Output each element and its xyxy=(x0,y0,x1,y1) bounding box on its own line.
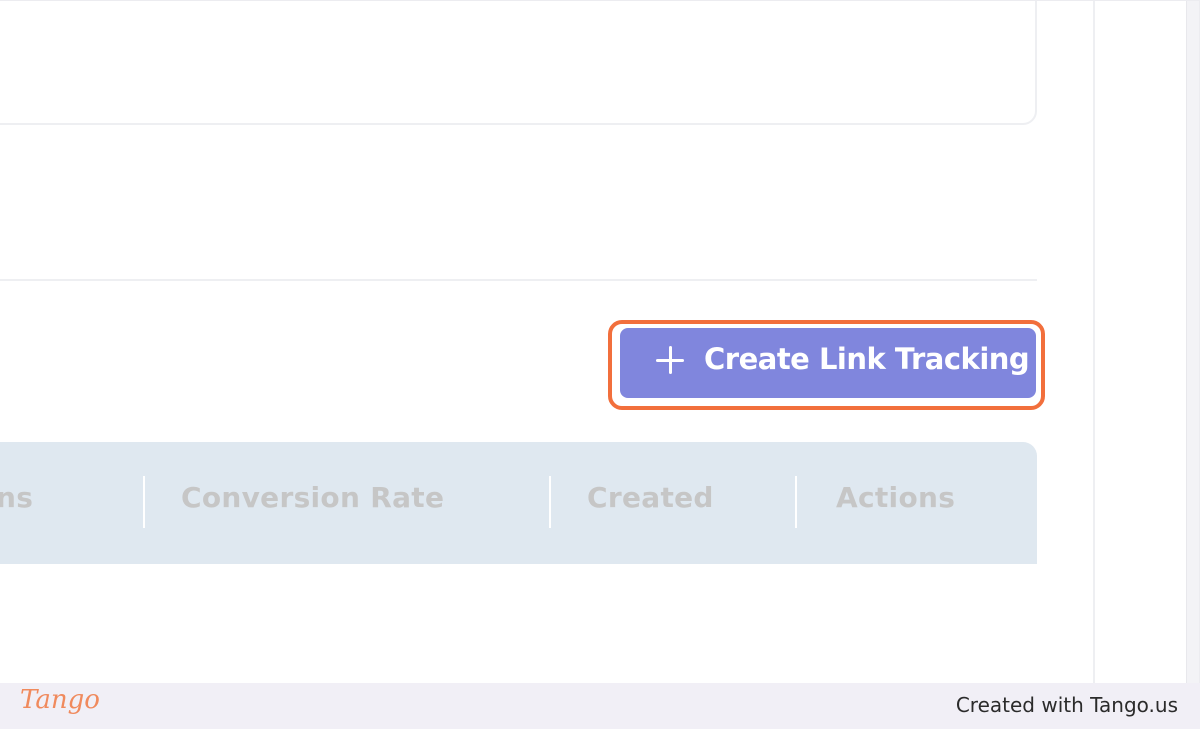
column-header-conversion-rate[interactable]: Conversion Rate xyxy=(181,481,444,514)
column-header-created[interactable]: Created xyxy=(587,481,714,514)
column-header-truncated[interactable]: ns xyxy=(0,481,33,514)
tango-credit: Created with Tango.us xyxy=(955,693,1178,717)
top-card xyxy=(0,1,1037,125)
tango-logo: Tango xyxy=(20,685,100,715)
column-separator xyxy=(143,476,145,528)
app-viewport: Create Link Tracking ns Conversion Rate … xyxy=(0,0,1200,683)
scrollbar-track[interactable] xyxy=(1186,1,1199,683)
section-divider xyxy=(0,279,1037,281)
content-edge xyxy=(1093,1,1095,683)
column-separator xyxy=(549,476,551,528)
plus-icon xyxy=(656,346,684,374)
column-header-actions[interactable]: Actions xyxy=(836,481,955,514)
create-link-tracking-button[interactable]: Create Link Tracking xyxy=(620,328,1036,398)
create-link-tracking-label: Create Link Tracking xyxy=(704,342,1030,376)
column-separator xyxy=(795,476,797,528)
